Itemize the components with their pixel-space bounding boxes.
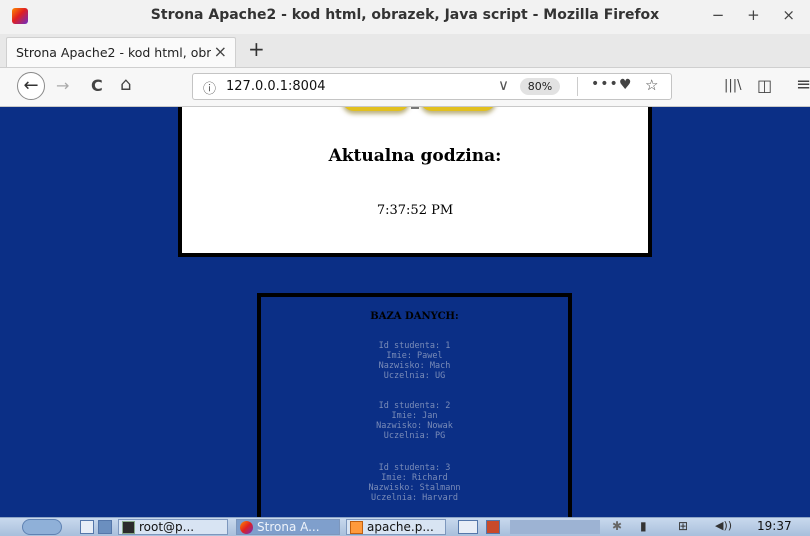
student-last-name: Nazwisko: Nowak [376, 421, 453, 431]
student-first-name: Imie: Jan [391, 411, 438, 421]
back-button[interactable]: ← [17, 72, 45, 100]
sidebar-icon[interactable]: ◫ [757, 76, 772, 95]
student-record: Id studenta: 2 Imie: Jan Nazwisko: Nowak… [261, 401, 568, 441]
workspace-switcher[interactable] [510, 520, 600, 534]
url-separator [577, 77, 578, 96]
url-text[interactable]: 127.0.0.1:8004 [226, 79, 326, 94]
reload-button[interactable]: C [91, 76, 103, 95]
clock-time: 7:37:52 PM [376, 203, 454, 218]
student-last-name: Nazwisko: Stalmann [368, 483, 461, 493]
tab-bar: Strona Apache2 - kod html, obrazek, Java… [0, 34, 810, 68]
show-desktop-icon[interactable] [80, 520, 94, 534]
menu-icon[interactable]: ≡ [796, 74, 810, 95]
firefox-icon [240, 521, 253, 534]
file-manager-icon[interactable] [98, 520, 112, 534]
taskbar-clock[interactable]: 19:37 [757, 519, 792, 533]
os-taskbar: root@p... Strona A... apache.p... ✱ ▮ ⊞ … [0, 517, 810, 536]
clock-heading: Aktualna godzina: [328, 146, 502, 166]
page-content: Aktualna godzina: 7:37:52 PM BAZA DANYCH… [0, 107, 810, 517]
taskbar-item-terminal[interactable]: root@p... [118, 519, 228, 535]
forward-button[interactable]: → [56, 76, 69, 95]
bluetooth-icon[interactable]: ✱ [612, 519, 622, 533]
student-university: Uczelnia: PG [383, 431, 446, 441]
student-id: Id studenta: 2 [378, 401, 451, 411]
student-last-name: Nazwisko: Mach [378, 361, 451, 371]
bookmark-star-icon[interactable]: ☆ [645, 76, 658, 94]
taskbar-item-editor[interactable]: apache.p... [346, 519, 446, 535]
student-id: Id studenta: 1 [378, 341, 451, 351]
terminal-icon [122, 521, 135, 534]
taskbar-item-firefox[interactable]: Strona A... [236, 519, 340, 535]
battery-icon[interactable]: ▮ [640, 519, 647, 533]
url-dropdown-icon[interactable]: ∨ [498, 76, 509, 94]
student-university: Uczelnia: UG [383, 371, 446, 381]
student-id: Id studenta: 3 [378, 463, 451, 473]
app-icon[interactable] [486, 520, 500, 534]
student-record: Id studenta: 3 Imie: Richard Nazwisko: S… [261, 463, 568, 503]
network-icon[interactable]: ⊞ [678, 519, 688, 533]
taskbar-item-label: Strona A... [257, 520, 320, 534]
window-icon[interactable] [458, 520, 478, 534]
clock-panel: Aktualna godzina: 7:37:52 PM [178, 107, 652, 257]
pocket-icon[interactable]: ♥ [619, 77, 632, 93]
new-tab-button[interactable]: + [248, 37, 265, 61]
start-menu-button[interactable] [22, 519, 62, 535]
navigation-toolbar: ← → C ⌂ ⓘ 127.0.0.1:8004 ∨ 80% ••• ♥ ☆ |… [0, 68, 810, 107]
url-bar[interactable]: ⓘ 127.0.0.1:8004 ∨ 80% ••• ♥ ☆ [192, 73, 672, 100]
student-university: Uczelnia: Harvard [371, 493, 458, 503]
student-first-name: Imie: Pawel [386, 351, 443, 361]
taskbar-item-label: root@p... [139, 520, 195, 534]
taskbar-item-label: apache.p... [367, 520, 434, 534]
student-first-name: Imie: Richard [381, 473, 448, 483]
tab-close-icon[interactable]: × [214, 42, 227, 61]
tab-title: Strona Apache2 - kod html, obrazek, Java… [16, 45, 211, 60]
window-titlebar: Strona Apache2 - kod html, obrazek, Java… [0, 0, 810, 35]
logo-image-left [342, 107, 410, 111]
page-actions-icon[interactable]: ••• [591, 76, 619, 92]
editor-icon [350, 521, 363, 534]
window-controls[interactable]: − + × [712, 6, 804, 24]
database-panel: BAZA DANYCH: Id studenta: 1 Imie: Pawel … [257, 293, 572, 517]
library-icon[interactable]: |||\ [724, 78, 742, 93]
volume-icon[interactable]: ◀)) [715, 519, 732, 532]
site-info-icon[interactable]: ⓘ [203, 78, 216, 97]
logo-image-right [420, 107, 496, 111]
window-title: Strona Apache2 - kod html, obrazek, Java… [150, 7, 660, 23]
student-record: Id studenta: 1 Imie: Pawel Nazwisko: Mac… [261, 341, 568, 381]
zoom-level-badge[interactable]: 80% [520, 78, 560, 95]
logo-image-center [411, 107, 419, 109]
database-heading: BAZA DANYCH: [370, 311, 459, 322]
home-button[interactable]: ⌂ [120, 74, 131, 95]
tab-strona-apache2[interactable]: Strona Apache2 - kod html, obrazek, Java… [6, 37, 236, 67]
